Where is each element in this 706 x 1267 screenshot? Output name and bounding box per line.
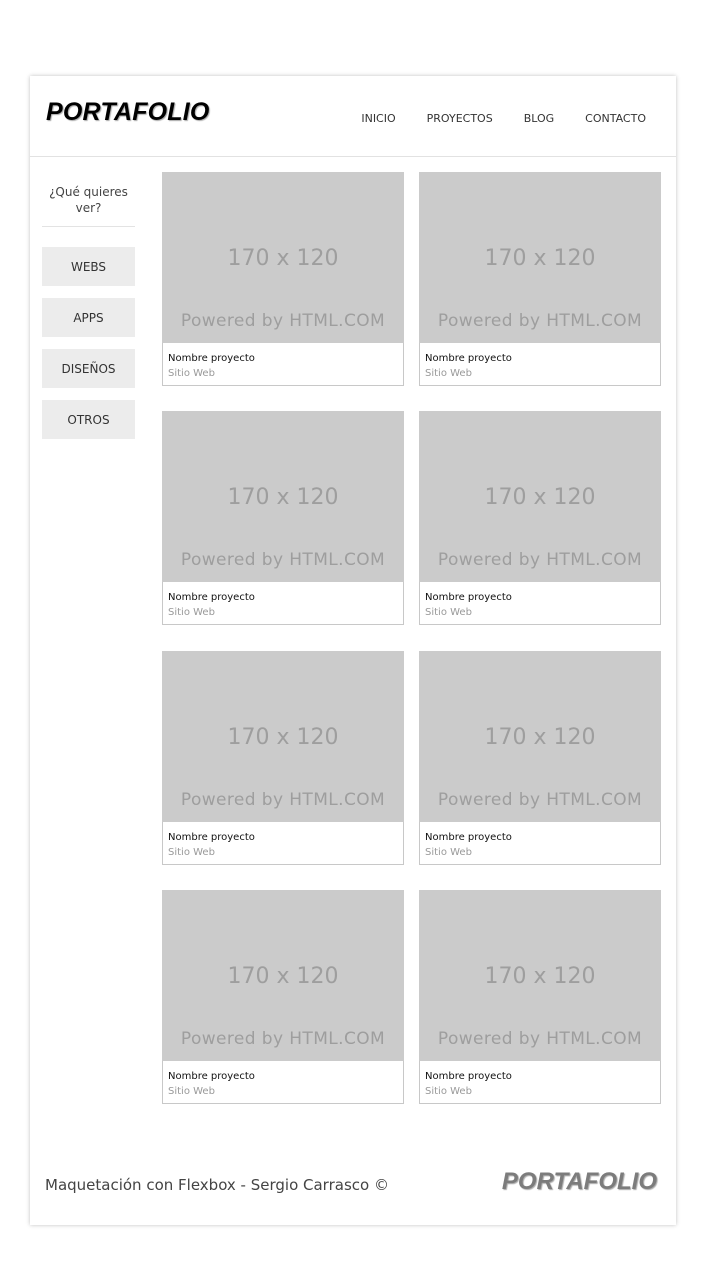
project-name: Nombre proyecto (168, 592, 255, 603)
project-card[interactable]: 170 x 120 Powered by HTML.COM Nombre pro… (162, 890, 404, 1104)
nav-link-proyectos[interactable]: PROYECTOS (427, 112, 493, 125)
project-thumbnail: 170 x 120 Powered by HTML.COM (419, 651, 661, 822)
project-name: Nombre proyecto (425, 832, 512, 843)
nav-link-blog[interactable]: BLOG (524, 112, 554, 125)
thumbnail-size-text: 170 x 120 (227, 246, 339, 271)
project-type: Sitio Web (168, 607, 215, 618)
thumbnail-caption: Powered by HTML.COM (180, 790, 386, 810)
thumbnail-size-text: 170 x 120 (227, 485, 339, 510)
footer-logo: PORTAFOLIO (501, 1168, 657, 1195)
thumbnail-caption: Powered by HTML.COM (437, 550, 643, 570)
project-name: Nombre proyecto (168, 832, 255, 843)
main-nav: INICIO PROYECTOS BLOG CONTACTO (361, 112, 646, 125)
filter-button-apps[interactable]: APPS (42, 298, 135, 337)
project-card[interactable]: 170 x 120 Powered by HTML.COM Nombre pro… (419, 651, 661, 865)
project-name: Nombre proyecto (425, 1071, 512, 1082)
thumbnail-size-text: 170 x 120 (484, 964, 596, 989)
project-thumbnail: 170 x 120 Powered by HTML.COM (419, 890, 661, 1061)
page-container: PORTAFOLIO INICIO PROYECTOS BLOG CONTACT… (30, 76, 676, 1225)
project-type: Sitio Web (425, 607, 472, 618)
filter-button-webs[interactable]: WEBS (42, 247, 135, 286)
project-name: Nombre proyecto (168, 1071, 255, 1082)
project-type: Sitio Web (425, 847, 472, 858)
thumbnail-caption: Powered by HTML.COM (180, 550, 386, 570)
project-thumbnail: 170 x 120 Powered by HTML.COM (162, 890, 404, 1061)
footer-credits: Maquetación con Flexbox - Sergio Carrasc… (45, 1176, 389, 1194)
project-card[interactable]: 170 x 120 Powered by HTML.COM Nombre pro… (162, 651, 404, 865)
header: PORTAFOLIO INICIO PROYECTOS BLOG CONTACT… (30, 76, 676, 157)
thumbnail-caption: Powered by HTML.COM (437, 311, 643, 331)
thumbnail-caption: Powered by HTML.COM (437, 790, 643, 810)
thumbnail-size-text: 170 x 120 (227, 964, 339, 989)
project-card[interactable]: 170 x 120 Powered by HTML.COM Nombre pro… (419, 172, 661, 386)
project-thumbnail: 170 x 120 Powered by HTML.COM (162, 411, 404, 582)
thumbnail-caption: Powered by HTML.COM (180, 311, 386, 331)
project-card[interactable]: 170 x 120 Powered by HTML.COM Nombre pro… (419, 411, 661, 625)
project-thumbnail: 170 x 120 Powered by HTML.COM (419, 411, 661, 582)
project-type: Sitio Web (425, 368, 472, 379)
thumbnail-size-text: 170 x 120 (484, 725, 596, 750)
thumbnail-size-text: 170 x 120 (227, 725, 339, 750)
project-type: Sitio Web (168, 368, 215, 379)
project-card[interactable]: 170 x 120 Powered by HTML.COM Nombre pro… (162, 411, 404, 625)
filter-button-otros[interactable]: OTROS (42, 400, 135, 439)
project-name: Nombre proyecto (425, 353, 512, 364)
project-thumbnail: 170 x 120 Powered by HTML.COM (419, 172, 661, 343)
filter-question: ¿Qué quieres ver? (42, 184, 135, 227)
nav-link-contacto[interactable]: CONTACTO (585, 112, 646, 125)
project-name: Nombre proyecto (425, 592, 512, 603)
thumbnail-caption: Powered by HTML.COM (437, 1029, 643, 1049)
project-thumbnail: 170 x 120 Powered by HTML.COM (162, 651, 404, 822)
nav-link-inicio[interactable]: INICIO (361, 112, 395, 125)
thumbnail-caption: Powered by HTML.COM (180, 1029, 386, 1049)
filter-sidebar: ¿Qué quieres ver? WEBS APPS DISEÑOS OTRO… (42, 184, 135, 451)
project-type: Sitio Web (425, 1086, 472, 1097)
project-thumbnail: 170 x 120 Powered by HTML.COM (162, 172, 404, 343)
thumbnail-size-text: 170 x 120 (484, 246, 596, 271)
project-name: Nombre proyecto (168, 353, 255, 364)
project-type: Sitio Web (168, 847, 215, 858)
thumbnail-size-text: 170 x 120 (484, 485, 596, 510)
project-type: Sitio Web (168, 1086, 215, 1097)
project-card[interactable]: 170 x 120 Powered by HTML.COM Nombre pro… (419, 890, 661, 1104)
site-logo[interactable]: PORTAFOLIO (46, 98, 210, 127)
filter-button-disenos[interactable]: DISEÑOS (42, 349, 135, 388)
project-card[interactable]: 170 x 120 Powered by HTML.COM Nombre pro… (162, 172, 404, 386)
